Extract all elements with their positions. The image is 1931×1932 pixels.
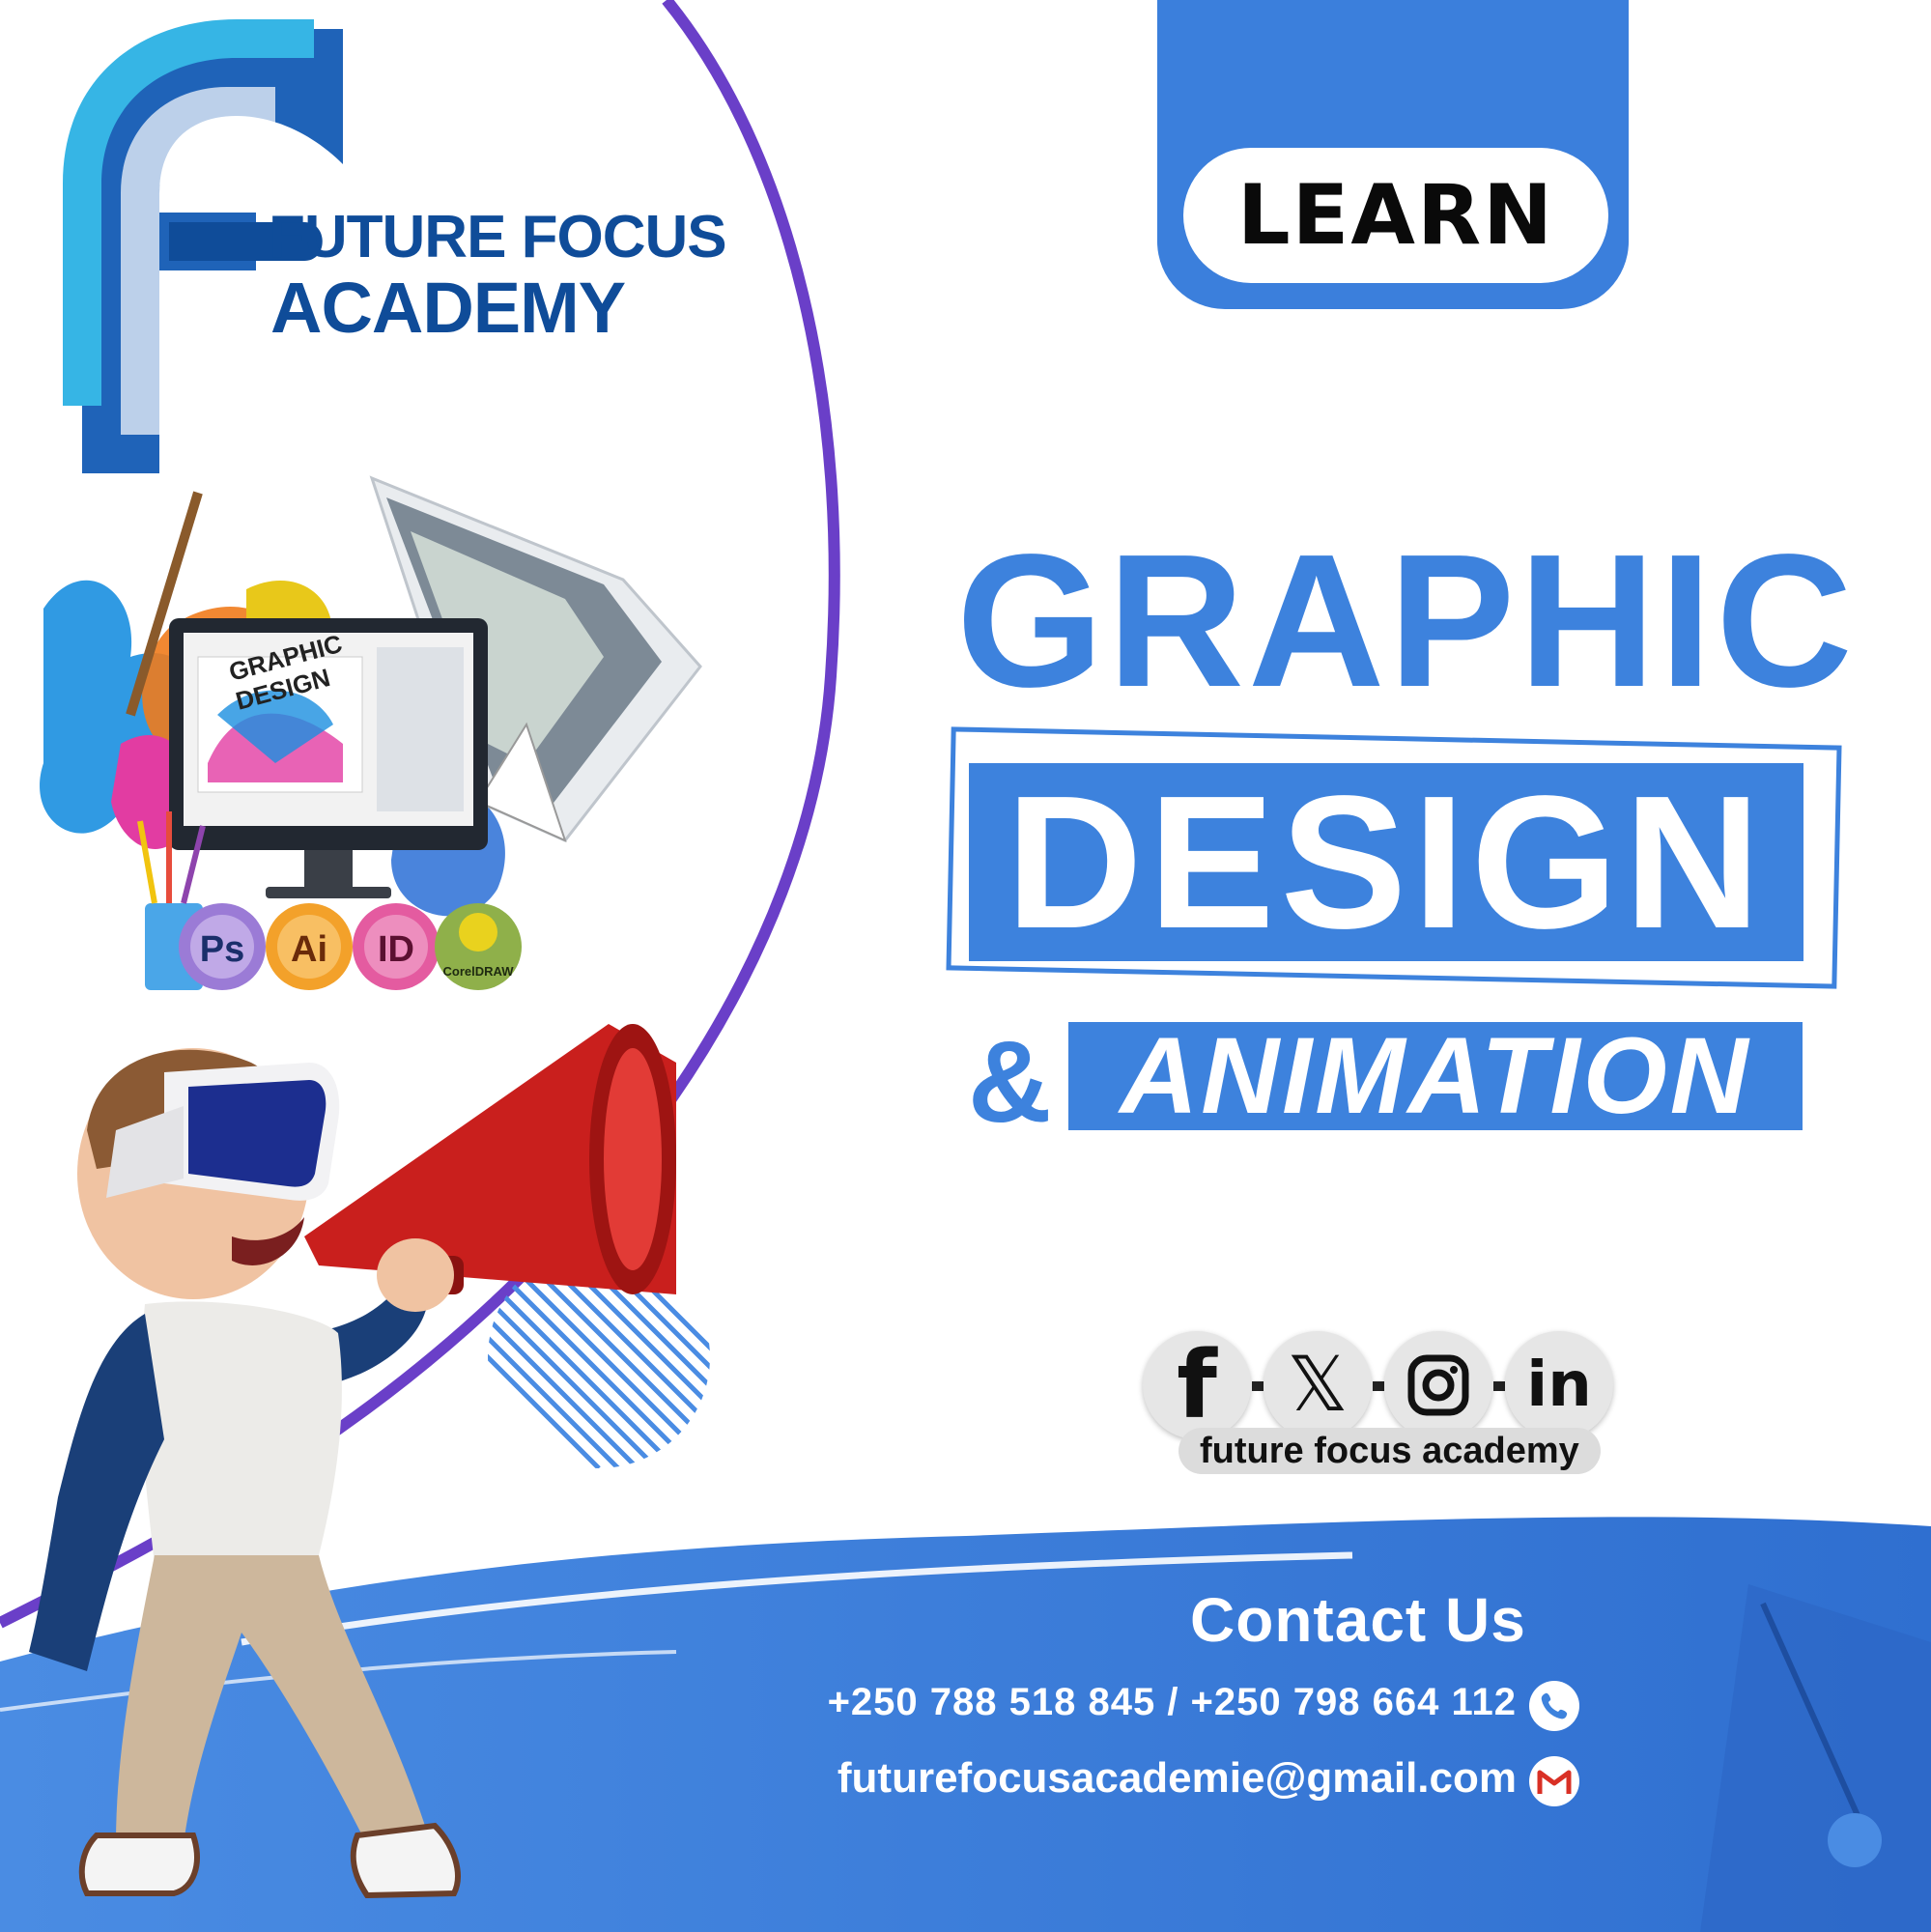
indesign-badge: ID: [353, 903, 440, 990]
vr-kid-megaphone-illustration: [29, 1024, 676, 1899]
contact-title: Contact Us: [1190, 1585, 1526, 1655]
social-connector: [1373, 1381, 1384, 1391]
svg-text:ID: ID: [378, 929, 414, 970]
social-handle: future focus academy: [1178, 1428, 1601, 1474]
instagram-glyph: [1407, 1354, 1469, 1416]
headline-design: DESIGN: [1006, 755, 1767, 968]
instagram-icon[interactable]: [1384, 1331, 1492, 1439]
svg-text:CorelDRAW: CorelDRAW: [443, 964, 515, 979]
phone-glyph: [1541, 1692, 1568, 1719]
design-banner: DESIGN: [969, 763, 1803, 961]
illustrator-badge: Ai: [266, 903, 353, 990]
phone-icon: [1529, 1681, 1579, 1731]
coreldraw-badge: CorelDRAW: [435, 903, 522, 990]
pen-dot: [1828, 1813, 1882, 1867]
svg-text:Ps: Ps: [200, 929, 244, 970]
social-connector: [1493, 1381, 1505, 1391]
photoshop-badge: Ps: [179, 903, 266, 990]
poster: FUTURE FOCUS ACADEMY LEARN GRAPHIC DESIG…: [0, 0, 1931, 1932]
design-collage-illustration: GRAPHIC DESIGN Ps Ai ID CorelDRAW: [40, 475, 702, 990]
contact-phones[interactable]: +250 788 518 845 / +250 798 664 112: [744, 1681, 1517, 1724]
brand-name-line2: ACADEMY: [270, 268, 626, 348]
headline-graphic: GRAPHIC: [956, 515, 1857, 726]
learn-label: LEARN: [1236, 167, 1555, 264]
facebook-icon[interactable]: f: [1143, 1331, 1251, 1439]
svg-text:Ai: Ai: [291, 929, 327, 970]
headline-ampersand: &: [968, 1017, 1052, 1147]
brand-name-line1: FUTURE FOCUS: [269, 204, 727, 270]
gmail-glyph: [1537, 1770, 1572, 1794]
learn-badge: LEARN: [1183, 148, 1608, 283]
gmail-icon: [1529, 1756, 1579, 1806]
social-connector: [1252, 1381, 1264, 1391]
linkedin-icon[interactable]: in: [1505, 1331, 1613, 1439]
headline-animation: ANIMATION: [1120, 1015, 1751, 1136]
animation-banner: ANIMATION: [1068, 1022, 1803, 1130]
contact-email[interactable]: futurefocusacademie@gmail.com: [676, 1754, 1517, 1803]
x-icon[interactable]: 𝕏: [1264, 1331, 1372, 1439]
